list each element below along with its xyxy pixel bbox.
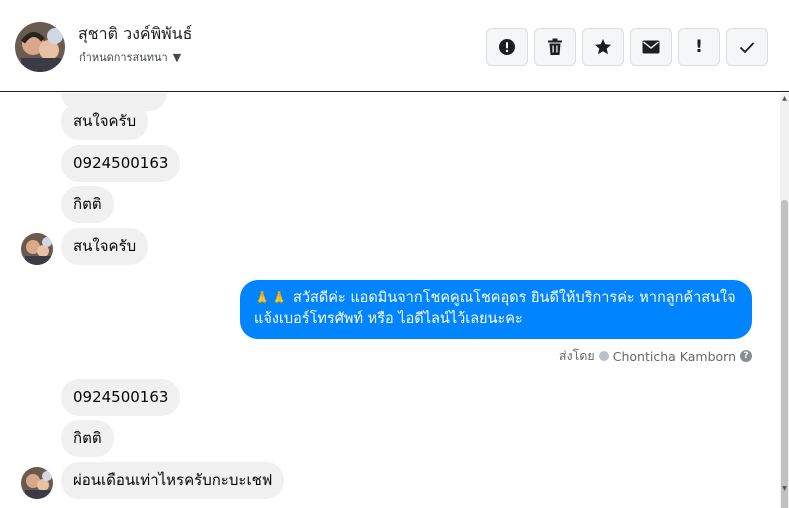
scroll-up-arrow-icon[interactable]: ▲ [781, 95, 788, 103]
checkmark-icon [739, 41, 755, 53]
sent-by-name[interactable]: Chonticha Kamborn [613, 349, 736, 364]
outgoing-message-line: แจ้งเบอร์โทรศัพท์ หรือ ไอดีไลน์ไว้เลยนะค… [254, 311, 523, 327]
trash-icon [548, 38, 562, 55]
incoming-message: กิตติ [61, 186, 114, 223]
incoming-message: 0924500163 [61, 379, 181, 416]
star-icon [595, 39, 611, 55]
star-button[interactable] [582, 28, 624, 66]
alert-button[interactable] [486, 28, 528, 66]
contact-avatar-small[interactable] [21, 233, 53, 265]
alert-circle-icon [499, 39, 515, 55]
sent-by-label: ส่งโดย [558, 348, 595, 363]
mark-unread-button[interactable] [630, 28, 672, 66]
outgoing-message-line: 🙏🙏 สวัสดีค่ะ แอดมินจากโชคคูณโชคอุดร ยินด… [254, 290, 736, 306]
help-icon[interactable]: ? [740, 350, 752, 362]
pray-emoji-icon: 🙏🙏 [254, 291, 289, 306]
scrollbar[interactable]: ▲ ▼ [780, 93, 789, 508]
outgoing-message: 🙏🙏 สวัสดีค่ะ แอดมินจากโชคคูณโชคอุดร ยินด… [240, 280, 752, 339]
important-button[interactable]: ! [678, 28, 720, 66]
delete-button[interactable] [534, 28, 576, 66]
caret-down-icon: ▼ [172, 50, 182, 64]
contact-name[interactable]: สุชาติ วงค์พิพันธ์ [78, 22, 192, 47]
scrollbar-thumb[interactable] [781, 200, 788, 508]
exclamation-icon: ! [695, 36, 703, 57]
contact-avatar[interactable] [15, 22, 65, 72]
incoming-message: สนใจครับ [61, 103, 149, 140]
done-button[interactable] [726, 28, 768, 66]
conversation-header: สุชาติ วงค์พิพันธ์ กำหนดการสนทนา ▼ ! [0, 0, 789, 92]
message-thread[interactable]: สนใจครับ 0924500163 กิตติ สนใจครับ 🙏🙏 สว… [0, 93, 780, 508]
contact-avatar-small[interactable] [21, 467, 53, 499]
envelope-icon [642, 40, 660, 54]
incoming-message: ผ่อนเดือนเท่าไหรครับกะบะเชฟ [61, 462, 285, 499]
scroll-down-arrow-icon[interactable]: ▼ [781, 485, 788, 493]
sent-by-info: ส่งโดย Chonticha Kamborn ? [559, 346, 752, 366]
incoming-message: สนใจครับ [61, 228, 149, 265]
conversation-toolbar: ! [486, 28, 768, 66]
conversation-status-dropdown[interactable]: กำหนดการสนทนา ▼ [79, 48, 181, 66]
sent-status-icon [598, 351, 609, 361]
incoming-message: 0924500163 [61, 145, 181, 182]
incoming-message: กิตติ [61, 420, 114, 457]
conversation-status-label: กำหนดการสนทนา [79, 51, 168, 64]
